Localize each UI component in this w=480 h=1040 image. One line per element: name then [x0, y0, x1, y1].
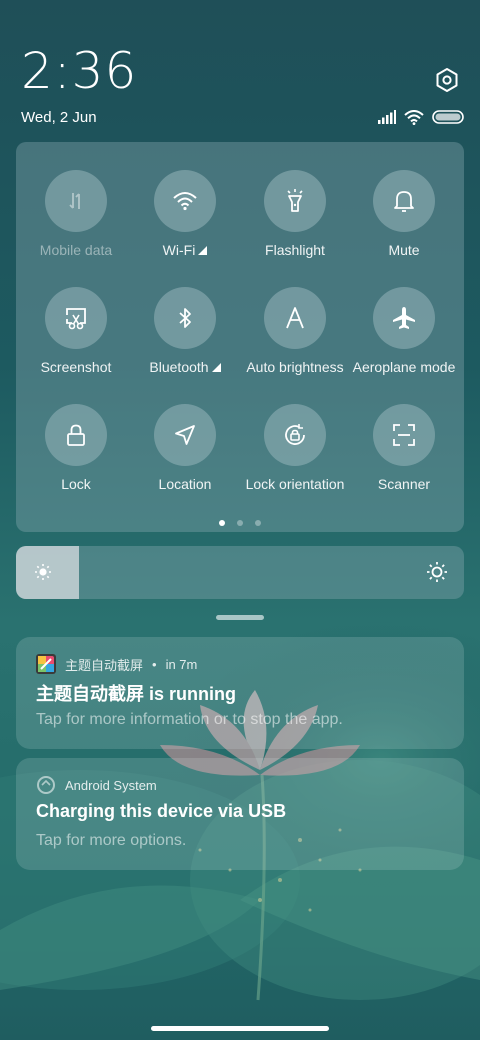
status-icons: [378, 108, 464, 126]
wifi-icon: [404, 109, 424, 125]
tile-aeroplane-mode[interactable]: Aeroplane mode: [349, 287, 459, 375]
tile-lock[interactable]: Lock: [21, 404, 131, 492]
notification-header: 主题自动截屏 • in 7m: [36, 654, 197, 674]
bluetooth-icon: [154, 287, 216, 349]
tile-flashlight[interactable]: Flashlight: [240, 170, 350, 258]
bell-icon: [373, 170, 435, 232]
tile-auto-brightness[interactable]: Auto brightness: [240, 287, 350, 375]
notification-app-running[interactable]: 主题自动截屏 • in 7m 主题自动截屏 is running Tap for…: [16, 637, 464, 749]
brightness-high-icon: [427, 562, 447, 582]
notification-body: Tap for more options.: [36, 832, 187, 849]
flashlight-icon: [264, 170, 326, 232]
tile-wifi[interactable]: Wi-Fi: [130, 170, 240, 258]
expand-icon[interactable]: [211, 363, 221, 372]
tile-bluetooth[interactable]: Bluetooth: [130, 287, 240, 375]
brightness-slider[interactable]: [16, 546, 464, 599]
tile-label: Wi-Fi: [162, 242, 196, 258]
page-dot[interactable]: [237, 520, 243, 526]
tile-label: Bluetooth: [149, 359, 209, 375]
notification-separator: •: [152, 656, 157, 672]
clock[interactable]: 2:36: [21, 46, 137, 96]
notification-body: Tap for more information or to stop the …: [36, 711, 343, 728]
tile-lock-orientation[interactable]: Lock orientation: [240, 404, 350, 492]
home-indicator[interactable]: [151, 1026, 329, 1031]
app-icon: [36, 654, 56, 674]
screenshot-icon: [45, 287, 107, 349]
tile-location[interactable]: Location: [130, 404, 240, 492]
expand-icon[interactable]: [198, 246, 208, 255]
tile-scanner[interactable]: Scanner: [349, 404, 459, 492]
rotation-lock-icon: [264, 404, 326, 466]
page-dot[interactable]: [219, 520, 225, 526]
signal-icon: [378, 110, 396, 124]
notification-header: Android System: [36, 775, 157, 795]
location-icon: [154, 404, 216, 466]
tile-mobile-data[interactable]: Mobile data: [21, 170, 131, 258]
panel-drag-handle[interactable]: [216, 615, 264, 620]
notification-usb-charging[interactable]: Android System Charging this device via …: [16, 758, 464, 870]
page-indicator: [16, 520, 464, 526]
notification-title: 主题自动截屏 is running: [36, 684, 236, 704]
quick-settings-panel: Mobile data Wi-Fi Flashlight Mute Screen…: [16, 142, 464, 532]
airplane-icon: [373, 287, 435, 349]
android-system-icon: [37, 776, 55, 794]
notification-app-name: Android System: [65, 777, 157, 793]
scanner-icon: [373, 404, 435, 466]
settings-icon[interactable]: [432, 65, 462, 95]
brightness-low-icon: [35, 564, 51, 580]
notification-app-name: 主题自动截屏: [65, 657, 144, 673]
date[interactable]: Wed, 2 Jun: [21, 109, 97, 126]
notification-time: in 7m: [165, 656, 198, 672]
tile-mute[interactable]: Mute: [349, 170, 459, 258]
wifi-icon: [154, 170, 216, 232]
notification-title: Charging this device via USB: [36, 801, 287, 821]
auto-brightness-icon: [264, 287, 326, 349]
tile-screenshot[interactable]: Screenshot: [21, 287, 131, 375]
lock-icon: [45, 404, 107, 466]
battery-icon: [432, 110, 464, 124]
page-dot[interactable]: [255, 520, 261, 526]
mobile-data-icon: [45, 170, 107, 232]
